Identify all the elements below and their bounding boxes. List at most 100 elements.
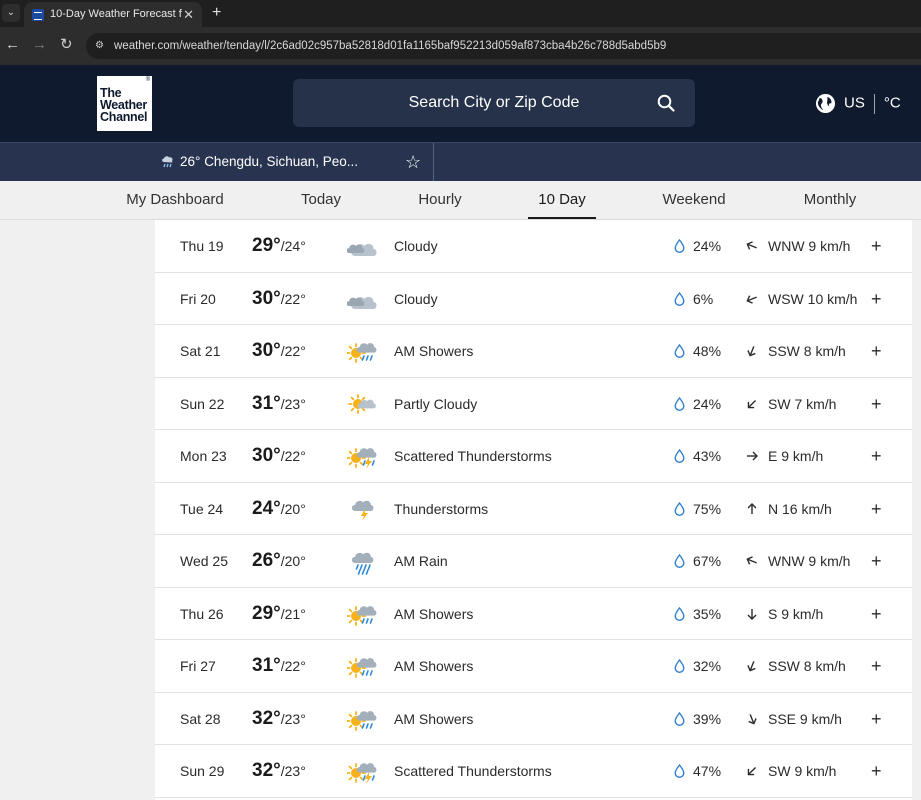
forecast-row[interactable]: Sat 21 30°/22° AM Showers 48% SSW 8 km/h… <box>155 325 912 378</box>
tab-10-day[interactable]: 10 Day <box>528 181 596 219</box>
reload-icon[interactable]: ↻ <box>60 36 73 54</box>
expand-plus-icon[interactable]: + <box>871 273 882 325</box>
ten-day-forecast-list: Thu 19 29°/24° Cloudy 24% WNW 9 km/h + F… <box>155 220 912 800</box>
forecast-low-temp: /22° <box>280 658 306 674</box>
precip-chance: 67% <box>693 553 722 569</box>
expand-plus-icon[interactable]: + <box>871 430 882 482</box>
expand-plus-icon[interactable]: + <box>871 640 882 692</box>
scattered-thunderstorms-icon <box>346 757 379 785</box>
raindrop-icon <box>674 658 685 673</box>
expand-plus-icon[interactable]: + <box>871 693 882 745</box>
forecast-row[interactable]: Tue 24 24°/20° Thunderstorms 75% N 16 km… <box>155 483 912 535</box>
location-temp: 26° <box>180 154 201 169</box>
forecast-day: Wed 25 <box>180 553 228 569</box>
expand-plus-icon[interactable]: + <box>871 745 882 797</box>
forecast-row[interactable]: Sun 29 32°/23° Scattered Thunderstorms 4… <box>155 745 912 798</box>
tab-hourly[interactable]: Hourly <box>408 181 472 219</box>
forecast-row[interactable]: Fri 20 30°/22° Cloudy 6% WSW 10 km/h + <box>155 273 912 325</box>
expand-plus-icon[interactable]: + <box>871 535 882 587</box>
search-placeholder: Search City or Zip Code <box>408 94 580 111</box>
forecast-row[interactable]: Thu 26 29°/21° AM Showers 35% S 9 km/h + <box>155 588 912 640</box>
expand-plus-icon[interactable]: + <box>871 483 882 535</box>
high-temp-value: 30° <box>252 445 281 466</box>
forecast-low-temp: /21° <box>280 605 306 622</box>
browser-tab[interactable]: 10-Day Weather Forecast for Chengdu ✕ <box>24 2 202 27</box>
locale-selector[interactable]: US °C <box>815 93 901 114</box>
forecast-row[interactable]: Wed 25 26°/20° AM Rain 67% WNW 9 km/h + <box>155 535 912 588</box>
expand-plus-icon[interactable]: + <box>871 378 882 430</box>
search-icon[interactable] <box>657 94 675 112</box>
forecast-day: Sat 28 <box>180 710 221 727</box>
forecast-high-temp: 32°/23° <box>252 693 306 745</box>
wind-direction-arrow-icon <box>745 554 759 568</box>
am-showers-icon <box>346 705 379 733</box>
forecast-high-temp: 30°/22° <box>252 430 306 482</box>
forecast-high-temp: 32°/23° <box>252 745 306 797</box>
forecast-day: Sat 21 <box>180 343 221 359</box>
forecast-condition: AM Showers <box>394 710 474 727</box>
registered-mark: ® <box>145 77 150 83</box>
unit-label: °C <box>883 94 901 112</box>
favicon-icon <box>32 9 44 21</box>
forecast-high-temp: 29°/21° <box>252 588 306 640</box>
forecast-row[interactable]: Fri 27 31°/22° AM Showers 32% SSW 8 km/h… <box>155 640 912 693</box>
forecast-high-temp: 31°/22° <box>252 640 306 692</box>
expand-plus-icon[interactable]: + <box>871 325 882 377</box>
expand-plus-icon[interactable]: + <box>871 220 882 272</box>
forecast-condition: Cloudy <box>394 238 438 254</box>
forecast-condition: AM Showers <box>394 605 474 622</box>
tab-weekend[interactable]: Weekend <box>655 181 733 219</box>
precip-chance: 32% <box>693 658 722 674</box>
wind-direction-arrow-icon <box>745 397 759 411</box>
forecast-row[interactable]: Sun 22 31°/23° Partly Cloudy 24% SW 7 km… <box>155 378 912 430</box>
forecast-day: Thu 26 <box>180 605 224 622</box>
tab-my-dashboard[interactable]: My Dashboard <box>120 181 230 219</box>
forecast-condition: Partly Cloudy <box>394 395 478 412</box>
high-temp-value: 31° <box>252 392 281 414</box>
scattered-thunderstorms-icon <box>346 442 379 470</box>
new-tab-button[interactable]: + <box>212 2 221 24</box>
tab-monthly[interactable]: Monthly <box>795 181 865 219</box>
tab-title: 10-Day Weather Forecast for Chengdu <box>50 8 182 20</box>
raindrop-icon <box>674 343 685 358</box>
forecast-row[interactable]: Mon 23 30°/22° Scattered Thunderstorms 4… <box>155 430 912 483</box>
forecast-day: Fri 20 <box>180 290 216 307</box>
address-bar[interactable]: ⚙ weather.com/weather/tenday/l/2c6ad02c9… <box>86 33 921 59</box>
forecast-low-temp: /20° <box>280 553 306 569</box>
close-tab-icon[interactable]: ✕ <box>183 2 194 27</box>
back-arrow-icon[interactable]: ← <box>5 36 20 54</box>
raindrop-icon <box>674 238 685 253</box>
browser-tabbar: ⌄ 10-Day Weather Forecast for Chengdu ✕ … <box>0 0 921 27</box>
forecast-high-temp: 30°/22° <box>252 273 306 325</box>
forecast-day: Fri 27 <box>180 658 216 674</box>
expand-plus-icon[interactable]: + <box>871 588 882 640</box>
tab-today[interactable]: Today <box>290 181 352 219</box>
cloudy-icon <box>346 285 379 313</box>
wind-speed: E 9 km/h <box>768 448 824 464</box>
forecast-row[interactable]: Thu 19 29°/24° Cloudy 24% WNW 9 km/h + <box>155 220 912 273</box>
precip-chance: 24% <box>693 238 722 254</box>
forecast-row[interactable]: Sat 28 32°/23° AM Showers 39% SSE 9 km/h… <box>155 693 912 745</box>
partly-cloudy-icon <box>347 390 379 418</box>
precip-chance: 24% <box>693 395 722 412</box>
location-bar: 26° Chengdu, Sichuan, Peo... ☆ <box>0 142 921 181</box>
forecast-low-temp: /23° <box>280 763 306 779</box>
wind-direction-arrow-icon <box>745 239 759 253</box>
thunderstorms-icon <box>347 495 379 523</box>
high-temp-value: 32° <box>252 707 281 729</box>
forecast-nav: My Dashboard Today Hourly 10 Day Weekend… <box>0 181 921 220</box>
tab-list-chevron-icon[interactable]: ⌄ <box>2 4 20 22</box>
forecast-low-temp: /23° <box>280 395 306 412</box>
wind-speed: SSE 9 km/h <box>768 710 842 727</box>
wind-direction-arrow-icon <box>745 712 759 726</box>
wind-direction-arrow-icon <box>745 344 759 358</box>
weather-channel-logo[interactable]: The Weather Channel ® <box>97 76 152 131</box>
search-input[interactable]: Search City or Zip Code <box>293 79 695 127</box>
forecast-low-temp: /22° <box>280 290 306 307</box>
current-location[interactable]: 26° Chengdu, Sichuan, Peo... ☆ <box>160 143 434 181</box>
wind-speed: S 9 km/h <box>768 605 824 622</box>
site-info-icon[interactable]: ⚙ <box>95 40 107 52</box>
high-temp-value: 32° <box>252 760 281 781</box>
favorite-star-icon[interactable]: ☆ <box>405 143 421 181</box>
forward-arrow-icon[interactable]: → <box>32 36 47 54</box>
